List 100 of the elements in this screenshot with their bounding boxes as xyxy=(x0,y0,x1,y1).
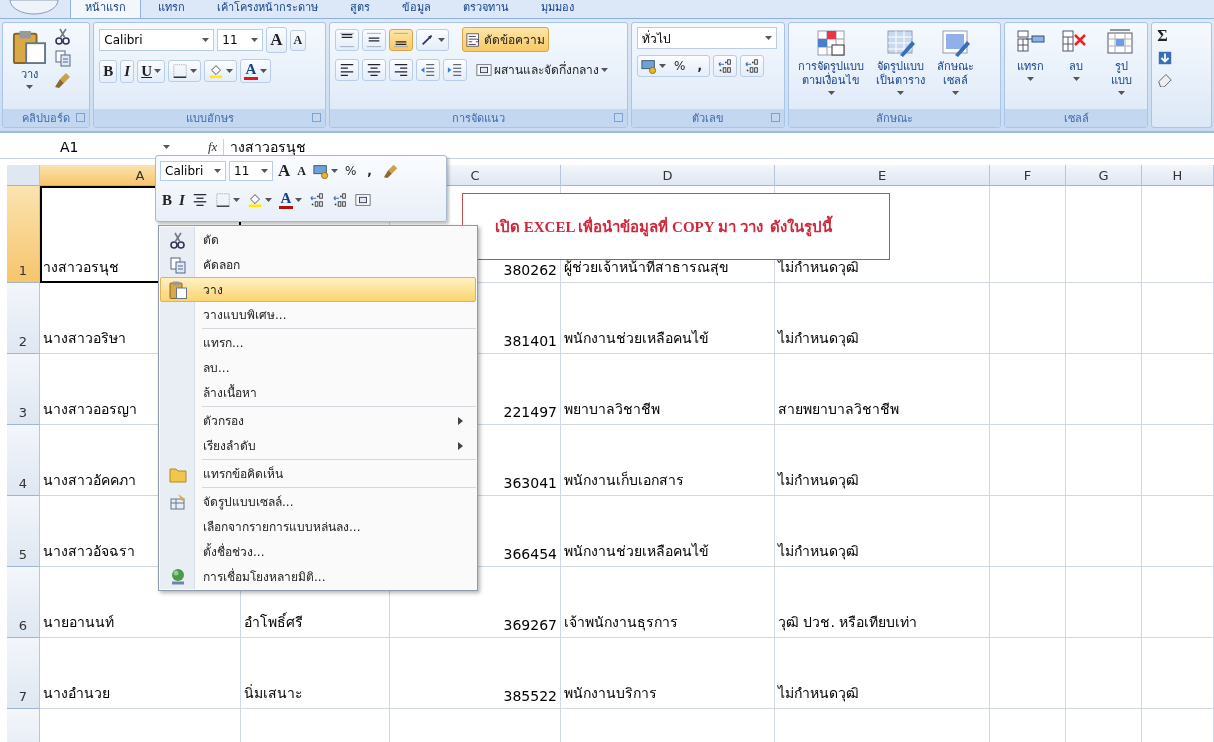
wrap-text-button[interactable]: ตัดข้อความ xyxy=(461,27,549,52)
align-right-icon xyxy=(392,61,409,78)
group-label: เซลล์ xyxy=(1063,111,1089,127)
ribbon-tab[interactable]: หน้าแรก xyxy=(70,0,141,18)
caret-icon xyxy=(294,198,302,202)
row-header[interactable]: 7 xyxy=(7,638,40,709)
table-cell: เจ้าพนักงานธุรการ xyxy=(561,567,775,638)
orientation-button[interactable] xyxy=(415,28,449,51)
group-label: แบบอักษร xyxy=(185,111,234,127)
ribbon-tab[interactable]: สูตร xyxy=(335,0,385,18)
cells-button[interactable]: ลบ xyxy=(1055,27,1097,105)
column-header[interactable]: F xyxy=(990,165,1066,186)
font-size-field[interactable]: 11 xyxy=(217,29,264,51)
paste-button[interactable]: วาง xyxy=(8,27,50,105)
ribbon-tab[interactable]: เค้าโครงหน้ากระดาษ xyxy=(202,0,333,18)
menu-item[interactable]: วาง xyxy=(160,277,476,302)
shrink-font-button[interactable]: A xyxy=(295,161,308,181)
caret-icon xyxy=(261,169,268,173)
increase-decimal-icon xyxy=(717,58,733,74)
column-header[interactable]: H xyxy=(1142,165,1214,186)
row-header[interactable]: 1 xyxy=(7,186,40,283)
cells-button[interactable]: รูปแบบ xyxy=(1100,27,1143,105)
align-top-icon xyxy=(338,31,355,48)
decrease-decimal-button[interactable] xyxy=(740,55,764,77)
merge-center-button[interactable]: ผสานและจัดกึ่งกลาง xyxy=(473,58,610,81)
decrease-indent-button[interactable] xyxy=(415,58,440,81)
align-center-icon xyxy=(191,192,208,208)
ribbon-tab[interactable]: แทรก xyxy=(143,0,200,18)
annotation-box: เปิด EXCEL เพื่อนำข้อมูลที่ COPY มา วาง ดังในรูปนี้ xyxy=(462,193,890,260)
ribbon-tab[interactable]: ตรวจทาน xyxy=(448,0,524,18)
align-left-button[interactable] xyxy=(334,58,359,81)
eraser-icon xyxy=(1157,71,1174,87)
row-header[interactable]: 5 xyxy=(7,496,40,567)
caret-icon xyxy=(154,69,161,73)
caret-icon xyxy=(765,36,772,40)
font-size-field[interactable]: 11 xyxy=(229,161,273,181)
wrap-icon xyxy=(465,31,482,48)
group-label: การจัดแนว xyxy=(451,111,505,127)
ribbon-tab[interactable]: ข้อมูล xyxy=(387,0,446,18)
table-cell: ไม่กำหนดวุฒิ xyxy=(775,425,990,496)
table-cell: นิ่มเสนาะ xyxy=(241,638,390,709)
submenu-arrow-icon xyxy=(458,416,463,425)
vertical-align-button[interactable] xyxy=(388,28,413,51)
conditional-format-icon xyxy=(816,29,847,57)
font-color-button[interactable]: A xyxy=(276,189,304,211)
decrease-decimal-icon xyxy=(744,58,760,74)
border-button[interactable] xyxy=(168,60,201,82)
caret-icon xyxy=(1117,90,1125,95)
copy-icon xyxy=(54,49,72,67)
align-center-button[interactable] xyxy=(361,58,386,81)
style-button[interactable]: ลักษณะ เซลล์ xyxy=(933,27,979,105)
caret-icon xyxy=(163,145,170,149)
group-label: ตัวเลข xyxy=(692,111,725,127)
column-header[interactable]: G xyxy=(1066,165,1142,186)
table-cell: 385522 xyxy=(390,638,561,709)
table-cell xyxy=(1142,425,1214,496)
style-button[interactable]: จัดรูปแบบ เป็นตาราง xyxy=(872,27,930,105)
number-format-field[interactable]: ทั่วไป xyxy=(637,27,777,49)
vertical-align-button[interactable] xyxy=(361,28,386,51)
autosum-button[interactable]: Σ xyxy=(1157,27,1174,45)
shrink-font-button[interactable]: A xyxy=(289,29,307,51)
caret-icon xyxy=(330,169,338,173)
cells-button[interactable]: แทรก xyxy=(1009,27,1052,105)
border-icon xyxy=(214,192,231,208)
ribbon-tab[interactable]: มุมมอง xyxy=(526,0,589,18)
caret-icon xyxy=(1027,76,1035,81)
bold-button[interactable]: B xyxy=(160,189,174,211)
name-box[interactable]: A1 xyxy=(60,139,170,155)
row-header[interactable]: 4 xyxy=(7,425,40,496)
formula-field[interactable]: างสาวอรนุช xyxy=(230,136,307,158)
column-header[interactable]: E xyxy=(775,165,990,186)
border-icon xyxy=(172,63,188,79)
italic-button[interactable]: I xyxy=(177,189,187,211)
comma-button[interactable]: , xyxy=(361,164,378,178)
italic-button[interactable]: I xyxy=(120,59,135,83)
increase-indent-button[interactable] xyxy=(442,58,467,81)
grow-font-button[interactable]: A xyxy=(276,159,293,183)
align-right-button[interactable] xyxy=(388,58,413,81)
font-name-field[interactable]: Calibri xyxy=(160,161,226,181)
font-color-button[interactable]: A xyxy=(240,59,271,83)
currency-button[interactable]: % , xyxy=(637,55,710,77)
caret-icon xyxy=(232,198,240,202)
table-cell: พนักงานช่วยเหลือคนไข้ xyxy=(561,283,775,354)
group-label: คลิปบอร์ด xyxy=(22,111,71,127)
row-header[interactable]: 6 xyxy=(7,567,40,638)
table-cell xyxy=(1142,638,1214,709)
grow-font-button[interactable]: A xyxy=(266,27,287,53)
row-header[interactable]: 3 xyxy=(7,354,40,425)
vertical-align-button[interactable] xyxy=(334,28,359,51)
font-name-field[interactable]: Calibri xyxy=(99,29,215,51)
percent-button[interactable]: % xyxy=(342,162,359,180)
style-button[interactable]: การจัดรูปแบบ ตามเงื่อนไข xyxy=(794,27,869,105)
underline-button[interactable]: U xyxy=(137,59,165,83)
increase-decimal-button[interactable] xyxy=(713,55,737,77)
row-header[interactable]: 2 xyxy=(7,283,40,354)
column-header[interactable]: D xyxy=(561,165,775,186)
table-cell xyxy=(1142,496,1214,567)
bold-button[interactable]: B xyxy=(99,59,118,83)
table-cell xyxy=(1142,354,1214,425)
fill-color-button[interactable] xyxy=(204,60,237,82)
